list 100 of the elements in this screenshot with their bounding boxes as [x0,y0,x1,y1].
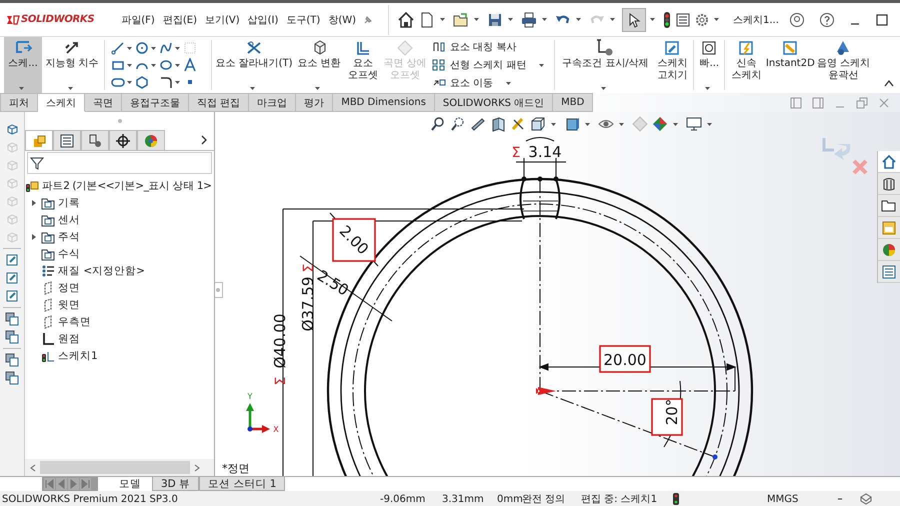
help-icon[interactable] [818,12,835,28]
ribbon-tab[interactable]: SOLIDWORKS 애드인 [434,93,554,112]
color-wheel-icon[interactable] [143,132,159,148]
ribbon-tab[interactable]: MBD Dimensions [333,93,435,112]
monitor-icon[interactable] [686,116,702,132]
home-icon[interactable] [397,10,416,28]
caret-icon[interactable] [507,17,514,22]
spline-icon[interactable] [159,41,173,55]
ribbon-button[interactable]: Instant2D [765,37,816,93]
zoom-fit-icon[interactable] [430,116,446,132]
color-wheel-icon[interactable] [881,242,897,258]
collapse-caret-icon[interactable] [884,79,894,87]
dropdown-dash-icon[interactable] [837,496,843,502]
ribbon-tab[interactable]: 마크업 [249,93,296,112]
tree-item[interactable]: 스케치1 [25,347,214,364]
scroll-left-icon[interactable] [30,464,36,472]
traffic-light-icon[interactable] [673,493,679,505]
circle-icon[interactable] [135,41,149,55]
view-orientation-icon[interactable] [530,116,546,132]
dimension-value[interactable]: 3.14 [528,143,562,161]
ribbon-button[interactable]: 신속 스케치 [727,37,766,93]
menu-item[interactable]: 도구(T) [286,12,320,26]
caret-icon[interactable] [575,17,582,22]
tree-item[interactable]: 윗면 [25,296,214,313]
pin-icon[interactable] [362,14,374,26]
ribbon-list-item[interactable]: 선형 스케치 패턴 [432,57,548,73]
ribbon-tab[interactable]: 평가 [296,93,334,112]
palette-icon[interactable] [881,220,897,236]
ribbon-button[interactable]: 스케치 고치기 [653,37,692,93]
zoom-area-icon[interactable] [450,116,466,132]
library-icon[interactable] [881,176,897,192]
ribbon-tab[interactable]: 스케치 [38,93,85,112]
sketch-tool-icon[interactable] [5,289,19,303]
maximize-icon[interactable] [874,12,889,26]
rebuild-icon[interactable] [859,493,873,505]
scene-icon[interactable] [652,116,668,132]
menu-item[interactable]: 창(W) [328,12,356,26]
sketch-tool-icon[interactable] [5,253,19,267]
ribbon-tab[interactable]: 곡면 [85,93,122,112]
caret-icon[interactable] [609,17,616,22]
ribbon-tab[interactable]: MBD [553,93,594,112]
ribbon-button[interactable]: 스케... [4,37,42,93]
folder-icon[interactable] [881,198,897,214]
expand-arrow-icon[interactable] [30,198,38,206]
crosshair-icon[interactable] [115,132,131,148]
caret-icon[interactable] [706,122,713,126]
view-tab[interactable]: 3D 뷰 [152,477,200,491]
horizontal-scrollbar[interactable] [25,459,214,476]
ribbon-button[interactable]: 요소 오프셋 [344,37,382,93]
caret-icon[interactable] [126,80,133,84]
open-folder-icon[interactable] [452,10,470,28]
caret-icon[interactable] [584,122,591,126]
tree-item[interactable]: 수식 [25,245,214,262]
tree-item[interactable]: 정면 [25,279,214,296]
layers-icon[interactable] [5,330,19,344]
tree-item[interactable]: 파트2 (기본<<기본>_표시 상태 1> [42,178,212,192]
ribbon-list-item[interactable]: 요소 대칭 복사 [432,39,548,55]
ribbon-button[interactable]: 요소 잘라내기(T) [214,37,294,93]
line-icon[interactable] [111,41,125,55]
ribbon-button[interactable]: 지능형 치수 [42,37,102,93]
settings-icon[interactable] [694,12,710,28]
ribbon-tab[interactable]: 피처 [0,93,38,112]
select-pointer-button[interactable] [622,8,646,32]
tree-item[interactable]: 재질 <지정안함> [25,262,214,279]
ribbon-button[interactable]: 음영 스케치 윤곽선 [815,37,872,93]
tree-item[interactable]: 센서 [25,211,214,228]
scroll-thumb[interactable] [40,461,190,474]
caret-icon[interactable] [541,17,548,22]
section-view-icon[interactable] [490,116,506,132]
caret-icon[interactable] [550,122,557,126]
caret-icon[interactable] [174,62,181,68]
dimension-value[interactable]: 20.00 [604,351,646,369]
scroll-right-icon[interactable] [194,464,200,472]
tree-item[interactable]: 원점 [25,330,214,347]
caret-icon[interactable] [473,17,480,22]
chevron-right-icon[interactable] [200,135,208,145]
caret-icon[interactable] [618,122,625,126]
ellipse-icon[interactable] [159,58,173,72]
tree-item[interactable]: 우측면 [25,313,214,330]
home-icon[interactable] [881,154,897,170]
display-style-icon[interactable] [564,116,580,132]
polygon-icon[interactable] [135,75,149,89]
caret-icon[interactable] [150,46,157,50]
user-icon[interactable] [788,12,805,28]
caret-icon[interactable] [174,46,181,50]
ribbon-tab[interactable]: 용접구조물 [122,93,189,112]
expand-arrow-icon[interactable] [30,232,38,240]
caret-icon[interactable] [126,62,133,68]
fillet-icon[interactable] [159,75,173,89]
caret-icon[interactable] [126,46,133,50]
sketch-tool-icon[interactable] [5,271,19,285]
ribbon-button[interactable]: 빠... [696,37,722,93]
property-list-icon[interactable] [59,132,75,148]
dimension-value[interactable]: 2.50 [314,266,352,300]
filter-field[interactable] [27,152,212,174]
menu-item[interactable]: 삽입(I) [248,12,278,26]
view-tab[interactable]: 모션 스터디 1 [199,477,286,491]
menu-item[interactable]: 편집(E) [162,12,197,26]
previous-view-icon[interactable] [470,116,486,132]
layers-icon[interactable] [5,353,19,367]
